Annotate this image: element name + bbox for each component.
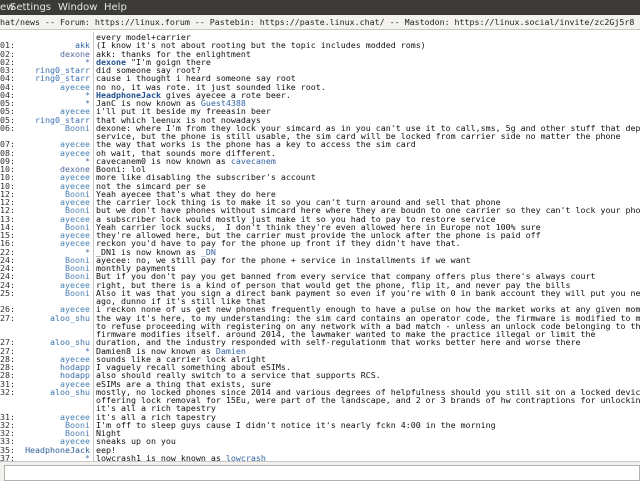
input-bar bbox=[0, 461, 640, 481]
column-divider bbox=[93, 452, 94, 461]
menu-help[interactable]: Help bbox=[104, 2, 127, 13]
nick-link[interactable]: lowcrash bbox=[226, 453, 266, 461]
chat-log[interactable]: every model+carrier01:27]akk(I know it's… bbox=[0, 32, 640, 461]
chat-line: 37:15] * lowcrash1 is now known as lowcras… bbox=[0, 452, 640, 461]
menu-window[interactable]: Window bbox=[58, 2, 97, 13]
timestamp: 37:15] bbox=[0, 452, 14, 461]
message-part: lowcrash1 is now known as bbox=[96, 452, 226, 461]
nickname: * bbox=[85, 452, 90, 461]
menu-settings[interactable]: Settings bbox=[10, 2, 51, 13]
menu-bar: ew Settings Window Help bbox=[0, 0, 640, 15]
channel-topic: hat/news -- Forum: https://linux.forum -… bbox=[0, 15, 640, 30]
message-input[interactable] bbox=[4, 465, 640, 481]
message-text: lowcrash1 is now known as lowcrash bbox=[96, 453, 640, 461]
